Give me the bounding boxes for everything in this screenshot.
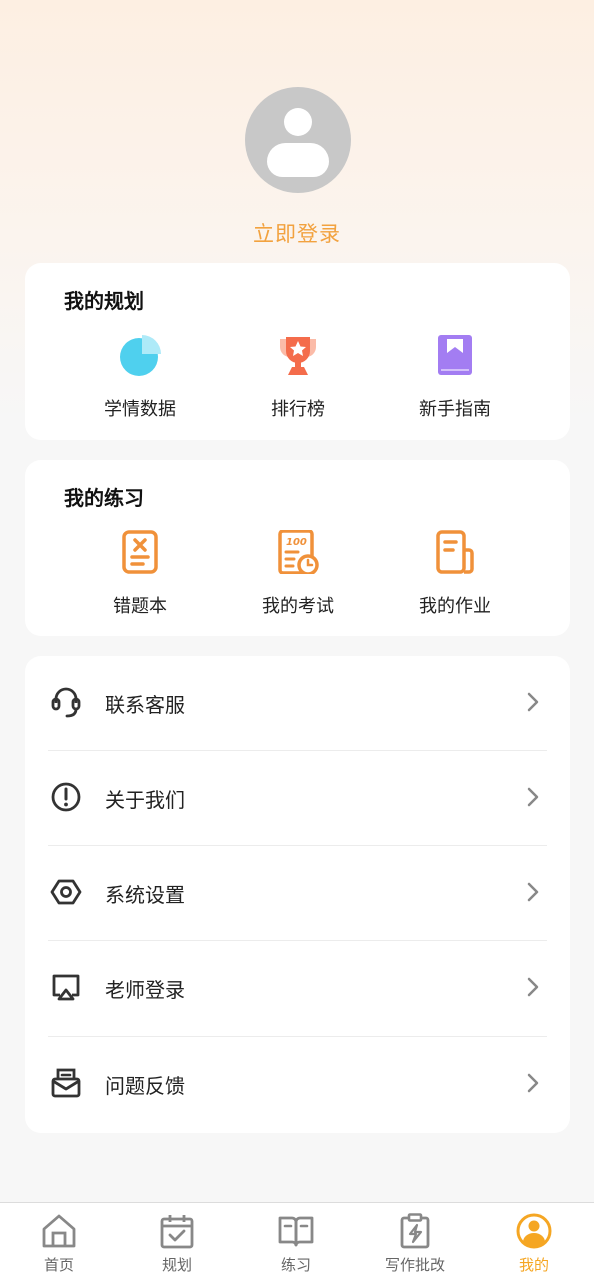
profile-header: 立即登录 (0, 0, 594, 262)
login-link[interactable]: 立即登录 (0, 218, 594, 248)
tab-label: 练习 (280, 1256, 311, 1274)
plan-card: 我的规划 学情数据 排行榜 新手指南 (25, 263, 570, 440)
writing-correction-icon (400, 1213, 430, 1249)
tab-practice[interactable]: 练习 (237, 1203, 355, 1280)
practice-item-label: 我的作业 (419, 596, 491, 617)
tab-plan[interactable]: 规划 (118, 1203, 236, 1280)
menu-item-feedback[interactable]: 问题反馈 (25, 1037, 570, 1132)
tab-label: 规划 (161, 1256, 192, 1274)
mistake-book-icon (122, 530, 158, 574)
trophy-icon (280, 337, 316, 375)
bottom-tab-bar: 首页 规划 练习 写作批改 我的 (0, 1202, 594, 1280)
svg-text:100: 100 (286, 537, 307, 548)
menu-list-card: 联系客服 关于我们 系统设置 老师登录 问题反馈 (25, 656, 570, 1133)
plan-item-label: 新手指南 (419, 399, 491, 420)
avatar-body (267, 143, 329, 177)
plan-item-guide[interactable]: 新手指南 (380, 333, 530, 421)
plan-item-label: 学情数据 (104, 399, 176, 420)
plan-section-title: 我的规划 (64, 289, 144, 313)
plan-item-label: 排行榜 (271, 399, 325, 420)
avatar[interactable] (245, 87, 351, 193)
practice-item-label: 错题本 (113, 596, 167, 617)
open-book-icon (278, 1216, 314, 1247)
home-icon (42, 1214, 76, 1248)
plan-item-learning-data[interactable]: 学情数据 (65, 333, 215, 421)
pie-chart-icon (120, 335, 161, 376)
menu-item-label: 老师登录 (105, 978, 185, 1002)
tab-mine[interactable]: 我的 (475, 1203, 593, 1280)
menu-item-label: 系统设置 (105, 883, 185, 907)
tab-label: 我的 (518, 1256, 549, 1274)
menu-item-teacher-login[interactable]: 老师登录 (25, 941, 570, 1036)
feedback-mail-icon (51, 1068, 81, 1098)
practice-item-homework[interactable]: 我的作业 (380, 530, 530, 618)
practice-item-label: 我的考试 (262, 596, 334, 617)
homework-icon (436, 530, 474, 574)
chevron-right-icon (527, 692, 539, 712)
practice-section-title: 我的练习 (64, 486, 144, 510)
tab-writing-correction[interactable]: 写作批改 (356, 1203, 474, 1280)
calendar-check-icon (160, 1215, 194, 1249)
teacher-screen-icon (52, 974, 80, 1001)
user-profile-icon (516, 1213, 552, 1249)
practice-card: 我的练习 错题本 100 我的考试 我的作业 (25, 460, 570, 636)
avatar-head (284, 108, 312, 136)
practice-item-exams[interactable]: 100 我的考试 (223, 529, 373, 618)
chevron-right-icon (527, 882, 539, 902)
tab-home[interactable]: 首页 (0, 1203, 118, 1280)
menu-item-system-settings[interactable]: 系统设置 (25, 846, 570, 941)
menu-item-label: 联系客服 (105, 693, 185, 717)
tab-label: 写作批改 (384, 1256, 445, 1274)
menu-item-label: 问题反馈 (105, 1074, 185, 1098)
settings-icon (50, 879, 82, 905)
menu-item-label: 关于我们 (105, 788, 185, 812)
guide-book-icon (438, 335, 472, 375)
chevron-right-icon (527, 1073, 539, 1093)
menu-item-about-us[interactable]: 关于我们 (25, 751, 570, 846)
menu-item-customer-service[interactable]: 联系客服 (25, 656, 570, 751)
info-icon (51, 782, 81, 812)
tab-label: 首页 (43, 1256, 74, 1274)
chevron-right-icon (527, 787, 539, 807)
exam-paper-icon: 100 (278, 529, 319, 576)
plan-item-ranking[interactable]: 排行榜 (223, 333, 373, 421)
practice-item-mistakes[interactable]: 错题本 (65, 530, 215, 618)
chevron-right-icon (527, 977, 539, 997)
headset-icon (51, 687, 81, 718)
